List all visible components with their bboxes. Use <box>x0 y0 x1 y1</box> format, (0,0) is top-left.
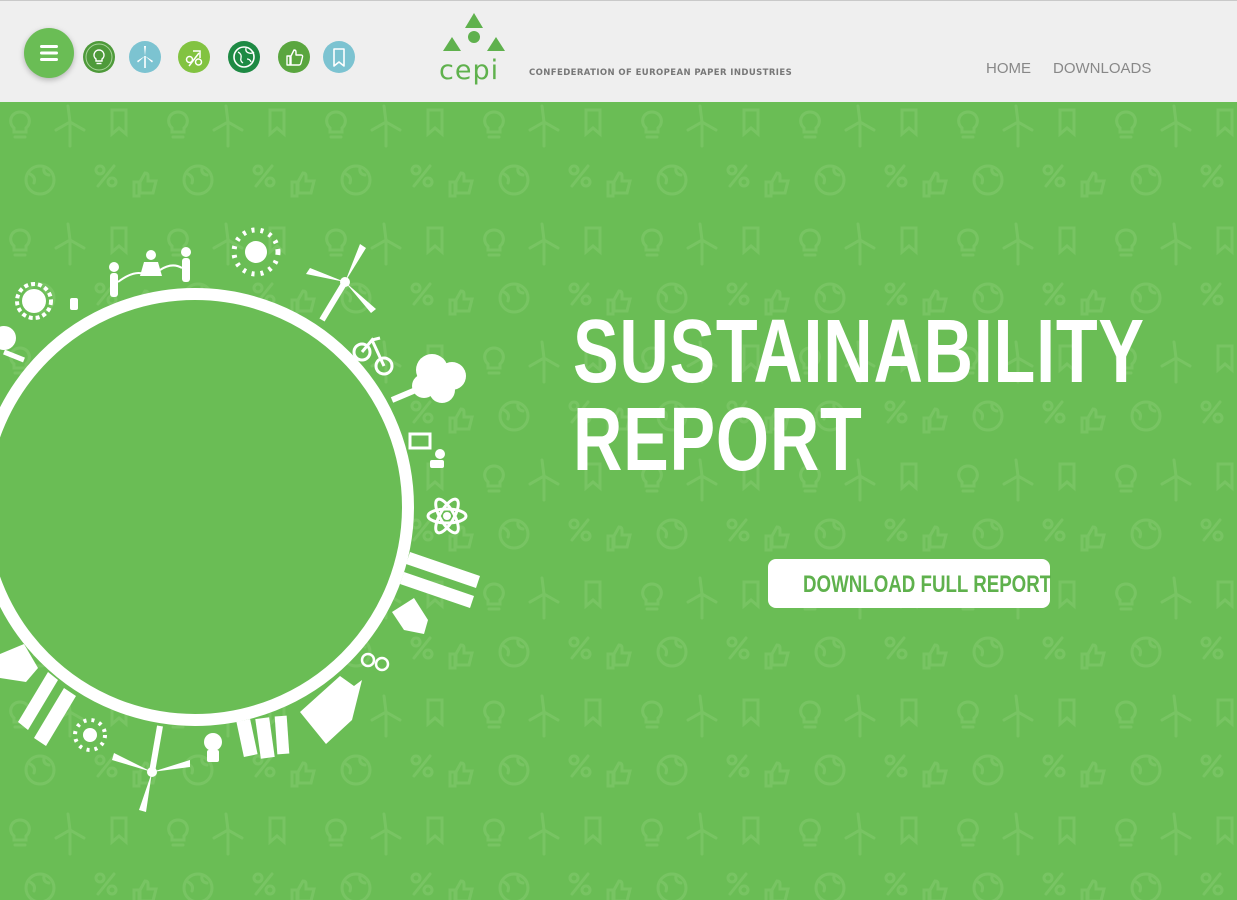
category-recycling[interactable] <box>178 41 210 73</box>
download-button-label: DOWNLOAD FULL REPORT <box>803 571 1052 598</box>
logo-wordmark: cepi <box>439 55 500 86</box>
recycle-percent-icon <box>185 50 203 67</box>
nav-home-link[interactable]: HOME <box>986 60 1031 77</box>
lightbulb-icon <box>85 43 113 71</box>
category-lightbulb[interactable] <box>83 41 115 73</box>
hamburger-menu-icon <box>40 45 58 61</box>
hero-title-line1: SUSTAINABILITY <box>573 302 1145 402</box>
category-environment[interactable] <box>228 41 260 73</box>
category-wind[interactable] <box>129 41 161 73</box>
menu-button[interactable] <box>24 28 74 78</box>
site-header: cepi CONFEDERATION OF EUROPEAN PAPER IND… <box>0 0 1237 102</box>
hero-title: SUSTAINABILITY REPORT <box>573 302 1145 490</box>
cepi-logo-mark <box>443 13 505 51</box>
wind-turbine-icon <box>137 46 153 68</box>
category-approval[interactable] <box>278 41 310 73</box>
category-bookmark[interactable] <box>323 41 355 73</box>
globe-icon <box>233 46 255 68</box>
bookmark-icon <box>333 48 345 67</box>
hero-section: SUSTAINABILITY REPORT DOWNLOAD FULL REPO… <box>0 102 1237 900</box>
download-full-report-button[interactable]: DOWNLOAD FULL REPORT <box>768 559 1052 608</box>
logo-tagline: CONFEDERATION OF EUROPEAN PAPER INDUSTRI… <box>529 68 793 78</box>
nav-downloads-link[interactable]: DOWNLOADS <box>1053 60 1151 77</box>
cepi-logo[interactable]: cepi CONFEDERATION OF EUROPEAN PAPER IND… <box>436 11 792 91</box>
sun-icon <box>15 282 53 320</box>
green-globe-illustration <box>0 227 480 812</box>
thumbs-up-icon <box>286 49 304 66</box>
hero-title-line2: REPORT <box>573 390 863 490</box>
